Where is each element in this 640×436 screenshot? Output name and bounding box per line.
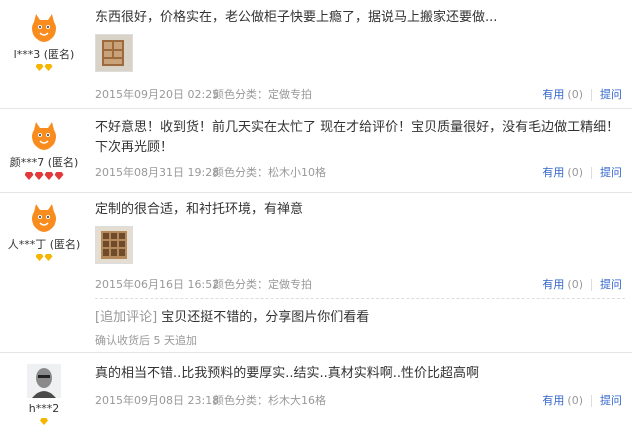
useful-count: (0)	[567, 88, 583, 101]
append-review: [追加评论] 宝贝还挺不错的，分享图片你们看看	[95, 306, 369, 325]
review-date: 2015年09月20日 02:25	[95, 88, 220, 101]
review-item: l***3 (匿名) 东西很好，价格实在，老公做柜子快要上瘾了，据说马上搬家还要…	[0, 0, 632, 109]
reviewer-rank	[0, 172, 88, 182]
append-tag: [追加评论]	[95, 310, 158, 325]
review-date: 2015年08月31日 19:28	[95, 166, 220, 179]
review-text: 真的相当不错..比我预料的要厚实..结实..真材实料啊..性价比超高啊	[95, 366, 480, 381]
diamond-icon	[36, 254, 44, 261]
sku-label: 颜色分类：	[213, 88, 268, 101]
reviewer-rank	[0, 64, 88, 74]
diamond-icon	[40, 418, 48, 425]
reviewer: l***3 (匿名)	[0, 10, 88, 74]
shelf-photo-icon	[96, 227, 132, 263]
divider	[591, 167, 592, 179]
orange-mascot-icon	[32, 204, 56, 232]
divider	[591, 395, 592, 407]
divider	[591, 279, 592, 291]
sku-value: 杉木大16格	[268, 394, 326, 407]
red-diamond-icon	[45, 172, 54, 180]
red-diamond-icon	[25, 172, 34, 180]
useful-button[interactable]: 有用	[542, 278, 564, 291]
review-meta: 2015年09月20日 02:25颜色分类：定做专拍	[95, 86, 312, 102]
diamond-icon	[45, 254, 53, 261]
review-actions: 有用 (0) 提问	[542, 392, 622, 408]
reviewer-name: 人***丁 (匿名)	[7, 238, 81, 251]
review-meta: 2015年09月08日 23:18颜色分类：杉木大16格	[95, 392, 326, 408]
append-meta: 确认收货后 5 天追加	[95, 334, 197, 347]
review-list: l***3 (匿名) 东西很好，价格实在，老公做柜子快要上瘾了，据说马上搬家还要…	[0, 0, 640, 436]
review-content: 东西很好，价格实在，老公做柜子快要上瘾了，据说马上搬家还要做...	[95, 8, 625, 72]
useful-button[interactable]: 有用	[542, 88, 564, 101]
review-meta: 2015年08月31日 19:28颜色分类：松木小10格	[95, 164, 326, 180]
ask-button[interactable]: 提问	[600, 166, 622, 179]
review-content: 不好意思！收到货！前几天实在太忙了 现在才给评价！宝贝质量很好，没有毛边做工精细…	[95, 118, 625, 158]
review-text: 定制的很合适，和衬托环境，有禅意	[95, 202, 304, 217]
reviewer-name: l***3 (匿名)	[13, 48, 75, 61]
diamond-icon	[45, 64, 53, 71]
append-text: 宝贝还挺不错的，分享图片你们看看	[161, 310, 370, 325]
orange-mascot-icon	[32, 14, 56, 42]
diamond-icon	[36, 64, 44, 71]
useful-count: (0)	[567, 394, 583, 407]
review-text: 不好意思！收到货！前几天实在太忙了 现在才给评价！宝贝质量很好，没有毛边做工精细…	[95, 120, 620, 155]
red-diamond-icon	[35, 172, 44, 180]
useful-button[interactable]: 有用	[542, 166, 564, 179]
reviewer-rank	[0, 254, 88, 264]
review-actions: 有用 (0) 提问	[542, 86, 622, 102]
reviewer-name: 颜***7 (匿名)	[9, 156, 79, 169]
review-item: 颜***7 (匿名) 不好意思！收到货！前几天实在太忙了 现在才给评价！宝贝质量…	[0, 108, 632, 193]
review-text: 东西很好，价格实在，老公做柜子快要上瘾了，据说马上搬家还要做...	[95, 10, 498, 25]
reviewer: 人***丁 (匿名)	[0, 200, 88, 264]
review-content: 定制的很合适，和衬托环境，有禅意	[95, 200, 625, 264]
review-item: h***2 真的相当不错..比我预料的要厚实..结实..真材实料啊..性价比超高…	[0, 352, 632, 436]
useful-count: (0)	[567, 278, 583, 291]
ask-button[interactable]: 提问	[600, 394, 622, 407]
useful-count: (0)	[567, 166, 583, 179]
user-photo-icon	[27, 364, 61, 398]
review-actions: 有用 (0) 提问	[542, 164, 622, 180]
useful-button[interactable]: 有用	[542, 394, 564, 407]
review-item: 人***丁 (匿名) 定制的很合适，和衬托环境，有禅意 2015年06月16日 …	[0, 192, 632, 353]
review-content: 真的相当不错..比我预料的要厚实..结实..真材实料啊..性价比超高啊	[95, 364, 625, 384]
ask-button[interactable]: 提问	[600, 88, 622, 101]
review-photo[interactable]	[95, 226, 133, 264]
reviewer-name: h***2	[28, 402, 60, 415]
review-date: 2015年06月16日 16:52	[95, 278, 220, 291]
sku-label: 颜色分类：	[213, 278, 268, 291]
append-divider	[95, 298, 625, 299]
avatar[interactable]	[27, 118, 61, 152]
avatar[interactable]	[27, 364, 61, 398]
review-date: 2015年09月08日 23:18	[95, 394, 220, 407]
red-diamond-icon	[55, 172, 64, 180]
avatar[interactable]	[27, 200, 61, 234]
reviewer-rank	[0, 418, 88, 428]
reviewer: h***2	[0, 364, 88, 428]
shelf-photo-icon	[96, 35, 132, 71]
ask-button[interactable]: 提问	[600, 278, 622, 291]
review-actions: 有用 (0) 提问	[542, 276, 622, 292]
review-photo[interactable]	[95, 34, 133, 72]
sku-value: 松木小10格	[268, 166, 326, 179]
sku-label: 颜色分类：	[213, 394, 268, 407]
orange-mascot-icon	[32, 122, 56, 150]
sku-value: 定做专拍	[268, 88, 312, 101]
divider	[591, 89, 592, 101]
sku-value: 定做专拍	[268, 278, 312, 291]
avatar[interactable]	[27, 10, 61, 44]
reviewer: 颜***7 (匿名)	[0, 118, 88, 182]
sku-label: 颜色分类：	[213, 166, 268, 179]
review-meta: 2015年06月16日 16:52颜色分类：定做专拍	[95, 276, 312, 292]
